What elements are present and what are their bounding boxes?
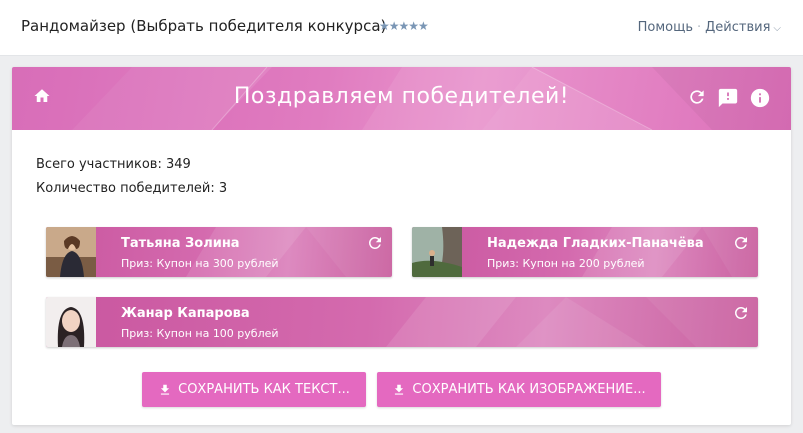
save-as-image-label: СОХРАНИТЬ КАК ИЗОБРАЖЕНИЕ... — [412, 382, 646, 397]
app-header: Рандомайзер (Выбрать победителя конкурса… — [0, 0, 803, 56]
download-icon — [395, 384, 404, 395]
help-link[interactable]: Помощь — [638, 20, 693, 35]
download-icon — [161, 384, 170, 395]
save-as-image-button[interactable]: СОХРАНИТЬ КАК ИЗОБРАЖЕНИЕ... — [377, 372, 661, 407]
winner-card: Жанар Капарова Приз: Купон на 100 рублей — [46, 297, 758, 347]
winner-card: Надежда Гладких-Паначёва Приз: Купон на … — [412, 227, 758, 277]
winner-name[interactable]: Жанар Капарова — [121, 306, 250, 321]
refresh-icon[interactable] — [366, 234, 384, 252]
avatar[interactable] — [412, 227, 462, 277]
refresh-icon[interactable] — [687, 87, 707, 107]
winner-card: Татьяна Золина Приз: Купон на 300 рублей — [46, 227, 392, 277]
participants-count: Всего участников: 349 — [36, 157, 191, 172]
avatar[interactable] — [46, 297, 96, 347]
actions-menu[interactable]: Действия — [705, 20, 770, 35]
info-icon[interactable] — [749, 87, 771, 109]
app-title: Рандомайзер (Выбрать победителя конкурса… — [21, 17, 387, 35]
results-card: Поздравляем победителей! Всего участнико… — [12, 67, 791, 425]
refresh-icon[interactable] — [732, 234, 750, 252]
refresh-icon[interactable] — [732, 304, 750, 322]
rating-stars[interactable]: ★★★★★ — [379, 19, 429, 33]
save-as-text-button[interactable]: СОХРАНИТЬ КАК ТЕКСТ... — [142, 372, 366, 407]
nav-separator: · — [697, 20, 702, 35]
winners-count: Количество победителей: 3 — [36, 181, 228, 196]
header-nav: Помощь · Действия ⌵ — [638, 20, 781, 35]
banner-title: Поздравляем победителей! — [233, 84, 570, 109]
congrats-banner: Поздравляем победителей! — [12, 67, 791, 130]
avatar[interactable] — [46, 227, 96, 277]
report-icon[interactable] — [717, 87, 739, 109]
winner-prize: Приз: Купон на 100 рублей — [121, 327, 279, 340]
winner-name[interactable]: Надежда Гладких-Паначёва — [487, 236, 704, 251]
winner-prize: Приз: Купон на 300 рублей — [121, 257, 279, 270]
winner-prize: Приз: Купон на 200 рублей — [487, 257, 645, 270]
save-as-text-label: СОХРАНИТЬ КАК ТЕКСТ... — [178, 382, 350, 397]
chevron-down-icon: ⌵ — [773, 23, 781, 34]
winner-name[interactable]: Татьяна Золина — [121, 236, 240, 251]
